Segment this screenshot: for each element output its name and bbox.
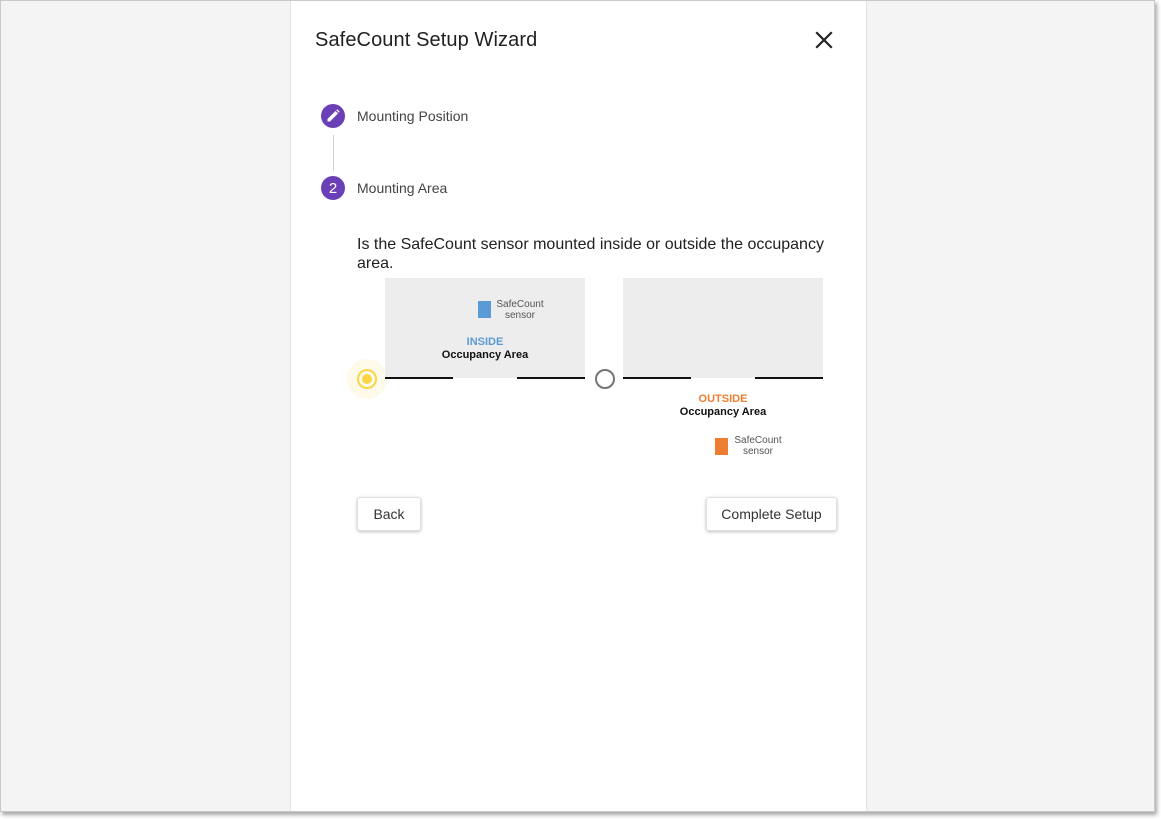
inside-radio[interactable]	[357, 369, 377, 389]
setup-wizard-dialog: SafeCount Setup Wizard Mounting Position…	[290, 1, 867, 811]
outside-diagram[interactable]: OUTSIDE Occupancy Area SafeCount sensor	[623, 278, 823, 468]
close-button[interactable]	[811, 27, 837, 53]
inside-word: INSIDE	[466, 336, 504, 348]
close-icon	[815, 31, 833, 49]
inside-diagram[interactable]: SafeCount sensor INSIDE Occupancy Area	[385, 278, 585, 468]
wall-right	[517, 377, 585, 379]
inside-sub: Occupancy Area	[441, 349, 529, 361]
occupancy-area-room	[623, 278, 823, 378]
step-1-indicator[interactable]	[321, 104, 345, 128]
wall-right	[755, 377, 823, 379]
radio-dot	[362, 374, 372, 384]
step-2-indicator: 2	[321, 176, 345, 200]
sensor-label: SafeCount sensor	[734, 435, 782, 457]
mounting-question: Is the SafeCount sensor mounted inside o…	[357, 236, 824, 272]
outside-radio[interactable]	[595, 369, 615, 389]
step-2-label: Mounting Area	[357, 180, 448, 196]
sensor-label: SafeCount sensor	[496, 299, 544, 321]
sensor-icon	[715, 438, 728, 455]
pencil-icon	[327, 109, 340, 122]
outside-sub: Occupancy Area	[679, 406, 767, 418]
complete-setup-button[interactable]: Complete Setup	[706, 497, 837, 531]
wall-left	[623, 377, 691, 379]
step-1-label[interactable]: Mounting Position	[357, 108, 468, 124]
step-connector	[333, 135, 334, 171]
back-button[interactable]: Back	[357, 497, 421, 531]
occupancy-area-room	[385, 278, 585, 378]
dialog-title: SafeCount Setup Wizard	[315, 29, 538, 51]
wall-left	[385, 377, 453, 379]
app-window: SafeCount Setup Wizard Mounting Position…	[0, 0, 1155, 812]
outside-word: OUTSIDE	[698, 393, 748, 405]
